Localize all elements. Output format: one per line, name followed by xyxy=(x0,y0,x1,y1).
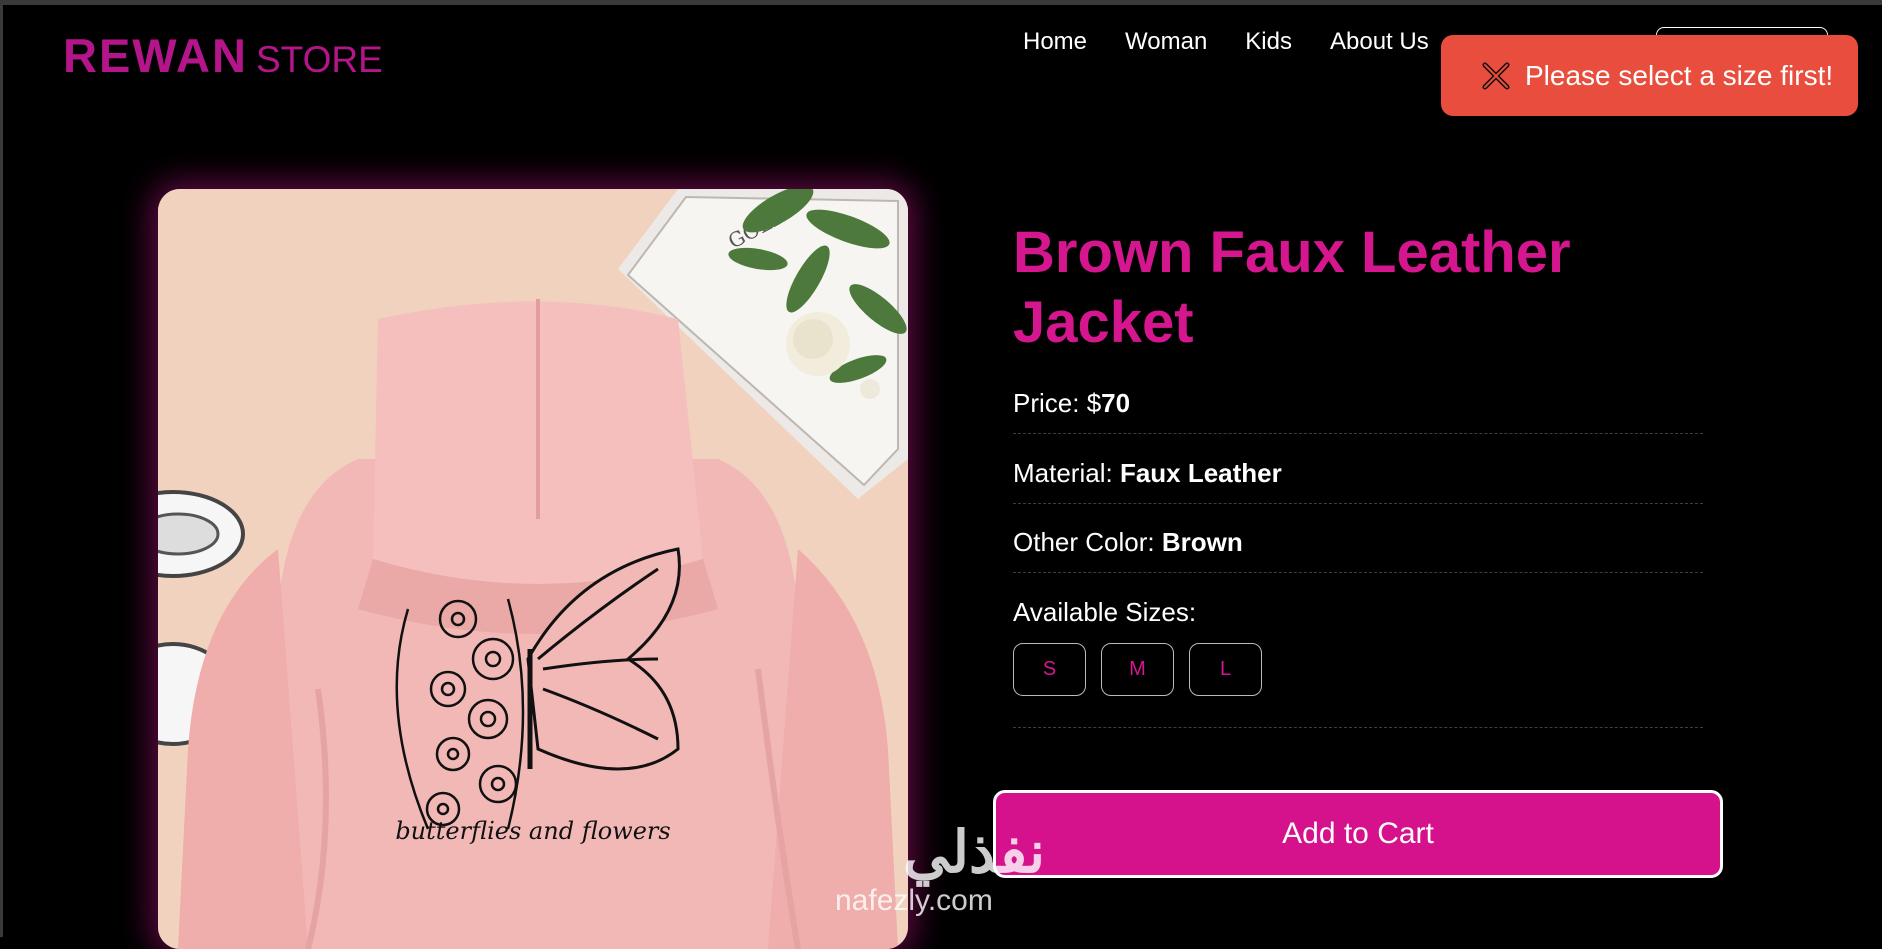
product-image: GOLD xyxy=(158,189,908,949)
size-selector: S M L xyxy=(1013,643,1262,696)
color-label: Other Color: xyxy=(1013,527,1155,557)
divider xyxy=(1013,727,1703,728)
price-label: Price: xyxy=(1013,388,1080,418)
window-top-border xyxy=(0,0,1882,5)
material-value: Faux Leather xyxy=(1119,458,1282,488)
price-amount: 70 xyxy=(1101,388,1131,418)
nav-link-woman[interactable]: Woman xyxy=(1125,28,1207,56)
store-logo[interactable]: REWAN STORE xyxy=(63,28,383,83)
size-button-s[interactable]: S xyxy=(1013,643,1086,696)
close-icon[interactable] xyxy=(1481,61,1511,91)
image-caption-text: butterflies and flowers xyxy=(395,817,670,845)
divider xyxy=(1013,572,1703,573)
sizes-label: Available Sizes: xyxy=(1013,597,1197,627)
material-label: Material: xyxy=(1013,458,1113,488)
price-currency: $ xyxy=(1086,388,1102,418)
color-value: Brown xyxy=(1161,527,1243,557)
price-row: Price: $70 xyxy=(1013,388,1703,419)
error-toast[interactable]: Please select a size first! xyxy=(1441,35,1858,116)
nav-link-about-us[interactable]: About Us xyxy=(1330,28,1429,56)
add-to-cart-button[interactable]: Add to Cart xyxy=(993,790,1723,878)
nav-link-kids[interactable]: Kids xyxy=(1245,28,1292,56)
divider xyxy=(1013,433,1703,434)
toast-message: Please select a size first! xyxy=(1525,59,1834,91)
window-left-border xyxy=(0,0,3,937)
divider xyxy=(1013,503,1703,504)
material-row: Material: Faux Leather xyxy=(1013,458,1703,489)
nav-link-home[interactable]: Home xyxy=(1023,28,1087,56)
logo-main-text: REWAN xyxy=(63,29,248,82)
size-button-m[interactable]: M xyxy=(1101,643,1174,696)
size-button-l[interactable]: L xyxy=(1189,643,1262,696)
logo-sub-text: STORE xyxy=(255,39,383,80)
product-title: Brown Faux Leather Jacket xyxy=(1013,220,1571,355)
color-row: Other Color: Brown xyxy=(1013,527,1703,558)
main-nav: Home Woman Kids About Us xyxy=(1023,28,1429,56)
